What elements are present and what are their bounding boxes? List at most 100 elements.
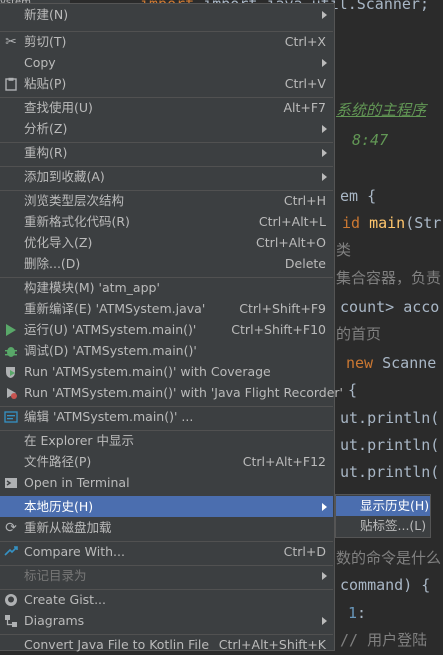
menu-browse-type-hierarchy[interactable]: 浏览类型层次结构 Ctrl+H <box>0 190 333 211</box>
menu-file-path[interactable]: 文件路径(P) Ctrl+Alt+F12 <box>0 451 333 472</box>
local-history-submenu: 显示历史(H) 贴标签...(L) <box>335 494 431 538</box>
menu-cut[interactable]: ✂ 剪切(T) Ctrl+X <box>0 31 333 52</box>
menu-reformat-code[interactable]: 重新格式化代码(R) Ctrl+Alt+L <box>0 211 333 232</box>
menu-find-usages[interactable]: 查找使用(U) Alt+F7 <box>0 97 333 118</box>
menu-edit-config[interactable]: 编辑 'ATMSystem.main()' ... <box>0 406 333 427</box>
submenu-put-label[interactable]: 贴标签...(L) <box>336 516 430 536</box>
code-line-switch: command) { <box>340 576 431 594</box>
menu-run-coverage[interactable]: Run 'ATMSystem.main()' with Coverage <box>0 361 333 382</box>
scissors-icon: ✂ <box>5 34 17 50</box>
code-line-println-1: ut.println( <box>340 409 440 427</box>
code-line-main: id main(Str <box>342 214 442 232</box>
code-line-scanner: new Scanne <box>346 354 437 372</box>
menu-show-in-explorer-label: 在 Explorer 中显示 <box>24 433 134 448</box>
menu-cut-shortcut: Ctrl+X <box>284 34 326 49</box>
menu-local-history-label: 本地历史(H) <box>24 499 94 514</box>
github-icon <box>3 592 19 608</box>
menu-reload-from-disk[interactable]: ⟳ 重新从磁盘加载 <box>0 517 333 538</box>
submenu-show-history[interactable]: 显示历史(H) <box>336 496 430 516</box>
menu-copy-label: Copy <box>24 55 56 70</box>
menu-create-gist[interactable]: Create Gist... <box>0 589 333 610</box>
menu-optimize-imports[interactable]: 优化导入(Z) Ctrl+Alt+O <box>0 232 333 253</box>
menu-copy[interactable]: Copy <box>0 52 333 73</box>
menu-build-module[interactable]: 构建模块(M) 'atm_app' <box>0 277 333 298</box>
menu-paste-label: 粘贴(P) <box>24 76 67 91</box>
submenu-arrow-icon <box>322 503 327 511</box>
submenu-arrow-icon <box>322 59 327 67</box>
menu-local-history[interactable]: 本地历史(H) <box>0 496 333 517</box>
menu-reload-from-disk-label: 重新从磁盘加载 <box>24 520 112 535</box>
code-comment-login: // 用户登陆 <box>340 631 428 649</box>
menu-recompile-label: 重新编译(E) 'ATMSystem.java' <box>24 301 206 316</box>
menu-run-flight-recorder-label: Run 'ATMSystem.main()' with 'Java Flight… <box>24 385 343 400</box>
context-menu: 新建(N) ✂ 剪切(T) Ctrl+X Copy 粘贴(P) Ctrl+V 查找使用(U) A… <box>0 3 343 652</box>
code-line-println-3: ut.println( <box>340 463 440 481</box>
menu-reformat-code-label: 重新格式化代码(R) <box>24 214 130 229</box>
menu-run[interactable]: 运行(U) 'ATMSystem.main()' Ctrl+Shift+F10 <box>0 319 333 340</box>
flight-recorder-icon <box>3 385 19 401</box>
menu-add-to-favorites[interactable]: 添加到收藏(A) <box>0 166 333 187</box>
code-comment-3: 的首页 <box>336 325 382 343</box>
clipboard-icon <box>3 76 19 92</box>
submenu-arrow-icon <box>322 572 327 580</box>
edit-config-icon <box>3 409 19 425</box>
compare-icon <box>3 544 19 560</box>
menu-refactor-label: 重构(R) <box>24 145 68 160</box>
menu-new-label: 新建(N) <box>24 7 69 22</box>
menu-create-gist-label: Create Gist... <box>24 592 107 607</box>
menu-recompile-shortcut: Ctrl+Shift+F9 <box>239 301 326 316</box>
menu-analyze-label: 分析(Z) <box>24 121 68 136</box>
menu-run-flight-recorder[interactable]: Run 'ATMSystem.main()' with 'Java Flight… <box>0 382 343 403</box>
menu-new[interactable]: 新建(N) <box>0 4 333 25</box>
code-comment-1: 类 <box>336 241 352 259</box>
bug-icon <box>3 343 19 359</box>
menu-analyze[interactable]: 分析(Z) <box>0 118 333 139</box>
menu-reformat-code-shortcut: Ctrl+Alt+L <box>258 214 326 229</box>
menu-compare-with-shortcut: Ctrl+D <box>283 544 326 559</box>
menu-run-label: 运行(U) 'ATMSystem.main()' <box>24 322 197 337</box>
menu-diagrams[interactable]: Diagrams <box>0 610 333 631</box>
code-line-println-2: ut.println( <box>340 436 440 454</box>
menu-paste[interactable]: 粘贴(P) Ctrl+V <box>0 73 333 94</box>
code-line-brace: { <box>348 381 358 399</box>
menu-delete-shortcut: Delete <box>284 256 326 271</box>
menu-delete-label: 删除...(D) <box>24 256 81 271</box>
run-icon <box>3 322 19 338</box>
menu-browse-type-hierarchy-shortcut: Ctrl+H <box>283 193 326 208</box>
code-line-accounts: count> acco <box>340 298 440 316</box>
menu-run-shortcut: Ctrl+Shift+F10 <box>231 322 326 337</box>
submenu-arrow-icon <box>322 173 327 181</box>
menu-diagrams-label: Diagrams <box>24 613 85 628</box>
menu-refactor[interactable]: 重构(R) <box>0 142 333 163</box>
menu-optimize-imports-label: 优化导入(Z) <box>24 235 93 250</box>
menu-mark-directory-as: 标记目录为 <box>0 565 333 586</box>
menu-add-to-favorites-label: 添加到收藏(A) <box>24 169 105 184</box>
coverage-icon <box>3 364 19 380</box>
menu-compare-with[interactable]: Compare With... Ctrl+D <box>0 541 333 562</box>
submenu-arrow-icon <box>322 617 327 625</box>
menu-convert-kotlin[interactable]: Convert Java File to Kotlin File Ctrl+Alt… <box>0 634 333 655</box>
menu-optimize-imports-shortcut: Ctrl+Alt+O <box>256 235 326 250</box>
submenu-arrow-icon <box>322 149 327 157</box>
code-comment-2: 集合容器，负责 <box>336 269 442 287</box>
menu-paste-shortcut: Ctrl+V <box>284 76 326 91</box>
menu-file-path-label: 文件路径(P) <box>24 454 92 469</box>
menu-edit-config-label: 编辑 'ATMSystem.main()' ... <box>24 409 194 424</box>
menu-show-in-explorer[interactable]: 在 Explorer 中显示 <box>0 430 333 451</box>
menu-debug[interactable]: 调试(D) 'ATMSystem.main()' <box>0 340 333 361</box>
menu-find-usages-shortcut: Alt+F7 <box>283 100 326 115</box>
menu-recompile[interactable]: 重新编译(E) 'ATMSystem.java' Ctrl+Shift+F9 <box>0 298 333 319</box>
menu-mark-directory-as-label: 标记目录为 <box>24 568 87 583</box>
diagrams-icon <box>3 613 19 629</box>
menu-run-coverage-label: Run 'ATMSystem.main()' with Coverage <box>24 364 271 379</box>
menu-browse-type-hierarchy-label: 浏览类型层次结构 <box>24 193 125 208</box>
menu-build-module-label: 构建模块(M) 'atm_app' <box>24 280 160 295</box>
code-line-case: 1: <box>348 604 367 622</box>
menu-find-usages-label: 查找使用(U) <box>24 100 93 115</box>
menu-open-in-terminal[interactable]: Open in Terminal <box>0 472 333 493</box>
menu-cut-label: 剪切(T) <box>24 34 67 49</box>
code-comment-time: 8:47 <box>352 131 389 149</box>
menu-delete[interactable]: 删除...(D) Delete <box>0 253 333 274</box>
code-comment-4: 数的命令是什么 <box>336 549 442 567</box>
code-line-class: em { <box>340 187 377 205</box>
